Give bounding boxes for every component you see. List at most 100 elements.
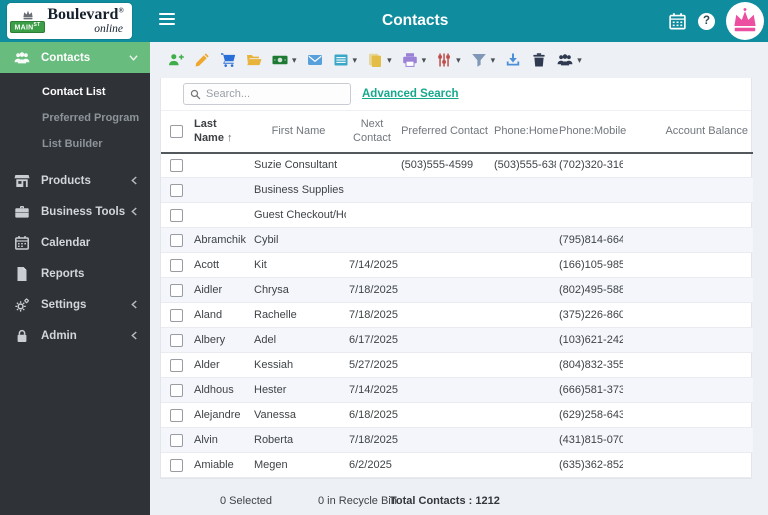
column-phone-mobile[interactable]: Phone:Mobile: [556, 111, 626, 154]
cell-balance: [623, 352, 753, 379]
row-checkbox[interactable]: [169, 258, 183, 272]
storefront-icon: [14, 173, 30, 189]
table-row[interactable]: AbramchikCybil (795)814-6642: [161, 227, 753, 254]
send-email-button[interactable]: [307, 52, 323, 68]
cell-phone_home: [491, 402, 556, 429]
column-account-balance[interactable]: Account Balance: [623, 111, 753, 154]
table-row[interactable]: AldhousHester7/14/2025 (666)581-3731: [161, 377, 753, 404]
sidebar-item-calendar[interactable]: Calendar: [0, 227, 150, 258]
row-checkbox[interactable]: [169, 333, 183, 347]
sidebar-item-reports[interactable]: Reports: [0, 258, 150, 289]
row-checkbox[interactable]: [169, 208, 183, 222]
table-row[interactable]: Suzie Consultant (503)555-4599 (503)555-63…: [161, 152, 753, 179]
menu-hamburger-icon[interactable]: [159, 13, 175, 27]
sidebar-item-contacts[interactable]: Contacts: [0, 42, 150, 73]
app-logo[interactable]: MAINST Boulevard® online: [7, 3, 132, 39]
row-checkbox[interactable]: [169, 358, 183, 372]
column-last-name[interactable]: Last Name ↑: [191, 111, 251, 154]
add-contact-button[interactable]: [168, 52, 184, 68]
open-folder-button[interactable]: [246, 52, 262, 68]
caret-down-icon[interactable]: ▾: [292, 55, 297, 66]
cell-phone_mobile: (702)320-3164: [556, 152, 623, 179]
calendar-icon[interactable]: [668, 12, 687, 31]
submenu-item-contact-list[interactable]: Contact List: [0, 79, 150, 105]
advanced-search-link[interactable]: Advanced Search: [362, 88, 459, 100]
sidebar-item-products[interactable]: Products: [0, 165, 150, 196]
cell-next: 6/2/2025: [346, 452, 398, 479]
pencil-icon: [194, 52, 210, 68]
briefcase-icon: [14, 204, 30, 220]
recycle-bin-count[interactable]: 0 in Recycle Bin: [318, 495, 397, 507]
cell-next: 6/17/2025: [346, 327, 398, 354]
sidebar-item-label: Settings: [41, 298, 87, 311]
row-checkbox-cell: [161, 152, 191, 179]
caret-down-icon[interactable]: ▾: [422, 55, 427, 66]
cell-first: Hester: [251, 377, 346, 404]
chevron-left-icon: [131, 207, 138, 216]
cell-balance: [623, 227, 753, 254]
select-all-checkbox[interactable]: [169, 124, 183, 138]
table-row[interactable]: AlejandreVanessa6/18/2025 (629)258-6438: [161, 402, 753, 429]
caret-down-icon[interactable]: ▾: [577, 55, 582, 66]
row-checkbox[interactable]: [169, 308, 183, 322]
column-phone-home[interactable]: Phone:Home: [491, 111, 558, 154]
row-checkbox[interactable]: [169, 433, 183, 447]
row-checkbox[interactable]: [169, 458, 183, 472]
groups-button[interactable]: ▾: [557, 52, 582, 68]
row-checkbox[interactable]: [169, 408, 183, 422]
row-checkbox-cell: [161, 427, 191, 454]
row-checkbox[interactable]: [169, 233, 183, 247]
table-row[interactable]: AmiableMegen6/2/2025 (635)362-8524: [161, 452, 753, 479]
copy-button[interactable]: ▾: [367, 52, 392, 68]
search-input[interactable]: [206, 88, 344, 100]
sidebar-item-label: Calendar: [41, 236, 91, 249]
cell-balance: [623, 427, 753, 454]
table-row[interactable]: AlberyAdel6/17/2025 (103)621-2427: [161, 327, 753, 354]
caret-down-icon[interactable]: ▾: [353, 55, 358, 66]
row-checkbox[interactable]: [169, 183, 183, 197]
search-box[interactable]: [183, 83, 351, 105]
file-icon: [14, 266, 30, 282]
cell-first: Roberta: [251, 427, 346, 454]
import-button[interactable]: [505, 52, 521, 68]
row-checkbox[interactable]: [169, 383, 183, 397]
table-row[interactable]: AlvinRoberta7/18/2025 (431)815-0700: [161, 427, 753, 454]
lock-icon: [14, 328, 30, 344]
list-view-button[interactable]: ▾: [333, 52, 358, 68]
user-avatar[interactable]: [726, 2, 764, 40]
print-button[interactable]: ▾: [402, 52, 427, 68]
payment-button[interactable]: ▾: [272, 52, 297, 68]
column-next-contact[interactable]: Next Contact: [346, 111, 398, 154]
row-checkbox[interactable]: [169, 158, 183, 172]
sidebar-item-business-tools[interactable]: Business Tools: [0, 196, 150, 227]
users-group-icon: [557, 52, 573, 68]
table-row[interactable]: AlderKessiah5/27/2025 (804)832-3554: [161, 352, 753, 379]
edit-contact-button[interactable]: [194, 52, 210, 68]
row-checkbox-cell: [161, 352, 191, 379]
cell-phone_mobile: (103)621-2427: [556, 327, 623, 354]
selected-count: 0 Selected: [220, 495, 272, 507]
sidebar-item-admin[interactable]: Admin: [0, 320, 150, 351]
caret-down-icon[interactable]: ▾: [456, 55, 461, 66]
submenu-item-list-builder[interactable]: List Builder: [0, 131, 150, 157]
column-first-name[interactable]: First Name: [251, 111, 346, 154]
submenu-item-preferred-program[interactable]: Preferred Program: [0, 105, 150, 131]
table-row[interactable]: AidlerChrysa7/18/2025 (802)495-5886: [161, 277, 753, 304]
filter-button[interactable]: ▾: [471, 52, 496, 68]
delete-button[interactable]: [531, 52, 547, 68]
adjustments-button[interactable]: ▾: [436, 52, 461, 68]
trash-icon: [531, 52, 547, 68]
checkout-cart-button[interactable]: [220, 52, 236, 68]
caret-down-icon[interactable]: ▾: [387, 55, 392, 66]
table-row[interactable]: Guest Checkout/House: [161, 202, 753, 229]
help-icon[interactable]: ?: [698, 12, 715, 30]
cell-phone_mobile: (802)495-5886: [556, 277, 623, 304]
caret-down-icon[interactable]: ▾: [491, 55, 496, 66]
row-checkbox[interactable]: [169, 283, 183, 297]
sidebar-item-settings[interactable]: Settings: [0, 289, 150, 320]
table-row[interactable]: AcottKit7/14/2025 (166)105-9858: [161, 252, 753, 279]
table-row[interactable]: Business Supplies: [161, 177, 753, 204]
column-preferred-contact[interactable]: Preferred Contact: [398, 111, 491, 154]
table-row[interactable]: AlandRachelle7/18/2025 (375)226-8605: [161, 302, 753, 329]
cell-phone_home: [491, 302, 556, 329]
